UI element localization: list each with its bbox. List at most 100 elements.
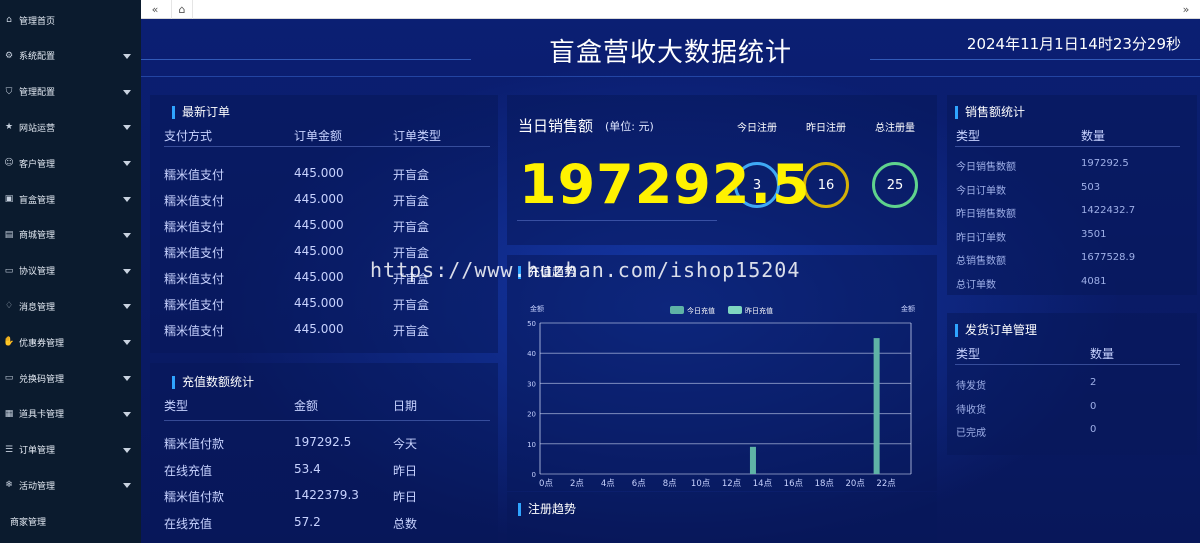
column-header: 支付方式 — [164, 129, 213, 143]
sidebar-item-2[interactable]: ⛉ 管理配置 — [0, 74, 141, 110]
tab-back-button[interactable]: « — [145, 0, 165, 19]
register-trend-chart: 今日注册昨日注册6 — [507, 492, 937, 543]
x-tick-label: 8点 — [663, 479, 677, 489]
x-tick-label: 6点 — [632, 479, 646, 489]
table-cell: 197292.5 — [294, 435, 352, 449]
column-header: 数量 — [1090, 347, 1115, 361]
table-cell: 在线充值 — [164, 516, 213, 531]
table-cell: 昨日销售数额 — [956, 209, 1016, 220]
recharge-trend-panel: 充值趋势 金额 金额 今日充值 昨日充值 0 10 20 30 40 50 0点 2点 4点 6点 8点 10… — [507, 255, 937, 491]
column-header: 订单金额 — [294, 129, 343, 143]
sidebar-item-9[interactable]: ✋ 优惠券管理 — [0, 324, 141, 360]
y-tick-label: 0 — [532, 471, 536, 479]
bar — [749, 446, 756, 474]
table-cell: 0 — [1090, 424, 1097, 435]
legend-swatch — [670, 306, 684, 314]
table-cell: 445.000 — [294, 218, 344, 232]
sidebar-item-label: 兑换码管理 — [19, 374, 65, 385]
table-cell: 糯米值支付 — [164, 168, 225, 182]
table-cell: 总数 — [393, 516, 418, 531]
hand-icon: ✋ — [3, 337, 15, 348]
sidebar-item-label: 活动管理 — [19, 481, 56, 492]
stat-label: 今日注册 — [737, 123, 777, 134]
current-datetime: 2024年11月1日14时23分29秒 — [966, 35, 1181, 53]
legend-label: 昨日充值 — [745, 306, 773, 315]
table-cell: 糯米值付款 — [164, 437, 225, 451]
sidebar-item-6[interactable]: ▤ 商城管理 — [0, 217, 141, 253]
table-cell: 开盲盒 — [393, 194, 430, 208]
sidebar-item-0[interactable]: ⌂ 管理首页 — [0, 2, 141, 38]
table-cell: 糯米值支付 — [164, 194, 225, 208]
chevron-down-icon — [123, 447, 131, 453]
x-tick-label: 2点 — [570, 479, 584, 489]
table-cell: 53.4 — [294, 461, 321, 476]
x-tick-label: 22点 — [876, 479, 896, 489]
sidebar-item-7[interactable]: ▭ 协议管理 — [0, 253, 141, 289]
column-header: 类型 — [956, 347, 981, 361]
sidebar-item-1[interactable]: ⚙ 系统配置 — [0, 38, 141, 74]
sidebar-item-13[interactable]: ❄ 活动管理 — [0, 467, 141, 503]
table-cell: 57.2 — [294, 514, 321, 529]
table-cell: 今日销售数额 — [956, 162, 1016, 173]
y-tick-label: 50 — [527, 320, 536, 328]
daily-sales-value: 197292.5 — [519, 153, 811, 216]
table-cell: 今日订单数 — [956, 185, 1006, 197]
bar — [873, 338, 880, 474]
y-tick-label: 30 — [527, 380, 536, 388]
sidebar-nav: ⌂ 管理首页 ⚙ 系统配置 ⛉ 管理配置 ★ 网站运营 ☺ 客户管理 ▣ 盲盒管理 ▤ 商城管理 ▭ 协议管理… — [0, 0, 141, 543]
sidebar-item-5[interactable]: ▣ 盲盒管理 — [0, 181, 141, 217]
ticket-icon: ▭ — [4, 373, 14, 383]
daily-sales-unit: (单位: 元) — [605, 120, 654, 133]
card-icon: ▦ — [4, 408, 14, 419]
snowflake-icon: ❄ — [5, 480, 13, 491]
x-tick-label: 0点 — [539, 479, 553, 489]
chevron-down-icon — [123, 376, 131, 381]
column-header: 日期 — [393, 399, 418, 413]
sidebar-item-11[interactable]: ▦ 道具卡管理 — [0, 396, 141, 432]
table-cell: 445.000 — [294, 166, 344, 180]
box-icon: ▣ — [4, 194, 14, 204]
table-cell: 4081 — [1081, 275, 1107, 287]
home-tab-button[interactable]: ⌂ — [171, 0, 193, 19]
x-tick-label: 12点 — [722, 479, 742, 489]
stat-label: 昨日注册 — [806, 123, 846, 134]
sidebar-item-10[interactable]: ▭ 兑换码管理 — [0, 360, 141, 396]
legend-swatch — [728, 306, 742, 314]
table-cell: 总订单数 — [956, 279, 996, 291]
table-cell: 1677528.9 — [1081, 252, 1136, 263]
sidebar-item-4[interactable]: ☺ 客户管理 — [0, 145, 141, 181]
sidebar-item-label: 网站运营 — [19, 123, 56, 134]
table-cell: 2 — [1090, 377, 1097, 388]
x-tick-label: 16点 — [784, 479, 804, 489]
tab-forward-button[interactable]: » — [1176, 0, 1196, 19]
divider — [955, 364, 1180, 365]
sidebar-item-3[interactable]: ★ 网站运营 — [0, 109, 141, 145]
panel-title: 充值数额统计 — [172, 376, 254, 389]
sidebar-item-label: 消息管理 — [19, 302, 56, 313]
y-tick-label: 20 — [527, 411, 536, 419]
sidebar-item-label: 商家管理 — [10, 517, 47, 528]
sidebar-item-12[interactable]: ☰ 订单管理 — [0, 432, 141, 468]
chevron-down-icon — [123, 483, 131, 489]
panel-title: 销售额统计 — [955, 106, 1025, 119]
chevron-down-icon — [123, 232, 131, 238]
table-cell: 1422379.3 — [294, 488, 359, 502]
x-tick-label: 4点 — [601, 479, 615, 489]
sidebar-item-label: 客户管理 — [19, 159, 56, 170]
y-axis-label-right: 金额 — [901, 304, 915, 313]
table-cell: 昨日 — [393, 463, 418, 478]
shield-icon: ⛉ — [5, 86, 13, 97]
panel-title: 发货订单管理 — [955, 324, 1037, 337]
table-cell: 3501 — [1081, 228, 1107, 240]
x-tick-label: 14点 — [753, 479, 773, 489]
column-header: 订单类型 — [393, 129, 442, 143]
chevron-down-icon — [123, 304, 131, 310]
x-tick-label: 18点 — [815, 479, 835, 489]
sidebar-item-14[interactable]: 商家管理 — [0, 503, 141, 539]
sidebar-item-label: 订单管理 — [19, 446, 56, 457]
register-trend-panel: 注册趋势 今日注册昨日注册6 — [507, 492, 937, 543]
list-icon: ☰ — [4, 444, 14, 455]
sidebar-item-8[interactable]: ♢ 消息管理 — [0, 288, 141, 324]
table-cell: 昨日 — [393, 490, 418, 504]
table-cell: 待收货 — [956, 404, 986, 416]
